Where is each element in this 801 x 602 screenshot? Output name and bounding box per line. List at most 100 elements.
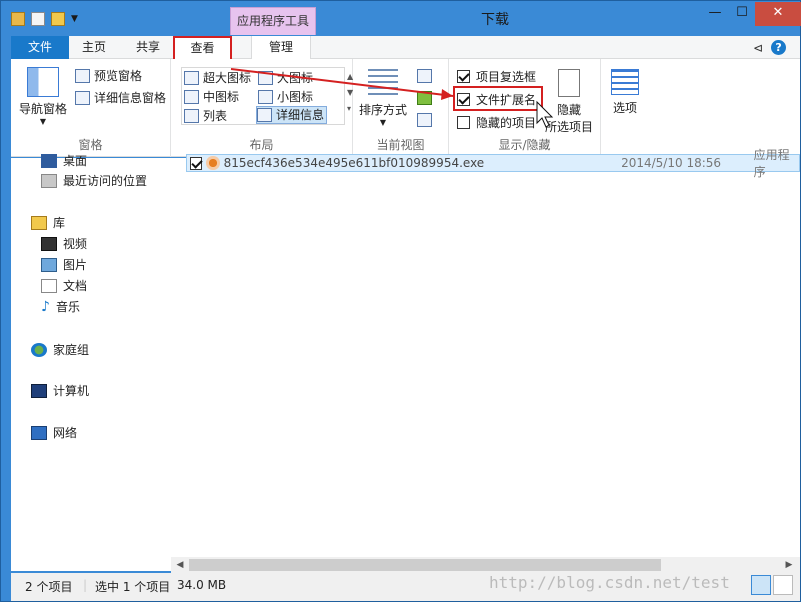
- nav-pictures[interactable]: 图片: [41, 256, 87, 273]
- chevron-down-icon[interactable]: ▼: [71, 14, 78, 24]
- hidden-items-label: 隐藏的项目: [476, 116, 537, 130]
- ribbon: 导航窗格 ▼ 预览窗格 详细信息窗格 窗格 超大图标 大图标 中图标 小图标 列…: [11, 59, 800, 157]
- hidden-items-toggle[interactable]: 隐藏的项目: [457, 114, 536, 131]
- panes-group: 导航窗格 ▼ 预览窗格 详细信息窗格 窗格: [11, 59, 171, 157]
- layout-large-icons[interactable]: 大图标: [258, 69, 313, 87]
- tab-share[interactable]: 共享: [127, 36, 169, 59]
- documents-icon: [41, 278, 57, 293]
- file-name: 815ecf436e534e495e611bf010989954.exe: [223, 156, 485, 170]
- item-count: 2 个项目: [25, 580, 73, 594]
- sort-icon: [368, 69, 398, 97]
- nav-network-label: 网络: [53, 426, 78, 440]
- nav-homegroup[interactable]: 家庭组: [31, 341, 89, 358]
- nav-documents[interactable]: 文档: [41, 277, 87, 294]
- layout-group-label: 布局: [249, 138, 274, 152]
- nav-network[interactable]: 网络: [31, 424, 77, 441]
- hide-selected-label-line2: 所选项目: [545, 120, 594, 134]
- status-divider: |: [83, 578, 88, 592]
- file-list-pane: 815ecf436e534e495e611bf010989954.exe 201…: [171, 148, 800, 571]
- layout-list[interactable]: 列表: [184, 107, 227, 125]
- tab-manage[interactable]: 管理: [251, 36, 311, 59]
- scroll-right-icon[interactable]: ▶: [782, 558, 796, 572]
- file-date: 2014/5/10 18:56: [621, 156, 722, 170]
- navigation-pane: 桌面 最近访问的位置 库 视频 图片 文档 ♪ 音乐 家庭组 计算机 网络: [11, 153, 171, 571]
- medium-icons-label: 中图标: [203, 90, 240, 104]
- small-icons-label: 小图标: [277, 90, 314, 104]
- options-button[interactable]: 选项: [611, 69, 639, 116]
- panes-group-label: 窗格: [78, 138, 103, 152]
- nav-library[interactable]: 库: [31, 214, 65, 231]
- ribbon-tab-row: 文件 主页 共享 查看 管理 ⊲ ?: [11, 36, 800, 62]
- options-group: 选项: [601, 59, 653, 157]
- layout-small-icons[interactable]: 小图标: [258, 88, 313, 106]
- layout-extra-large-icons[interactable]: 超大图标: [184, 69, 251, 87]
- item-checkboxes-toggle[interactable]: 项目复选框: [457, 68, 536, 85]
- selected-size: 34.0 MB: [177, 578, 227, 592]
- large-icons-view-icon[interactable]: [773, 575, 793, 595]
- layout-gallery: 超大图标 大图标 中图标 小图标 列表 详细信息: [181, 67, 345, 125]
- chevron-down-icon: ▼: [379, 118, 387, 127]
- large-icons-icon: [258, 71, 273, 85]
- item-checkboxes-label: 项目复选框: [476, 70, 537, 84]
- preview-pane-label: 预览窗格: [94, 69, 143, 83]
- tab-file[interactable]: 文件: [11, 36, 69, 59]
- sort-by-label: 排序方式: [359, 103, 408, 117]
- nav-recent-places[interactable]: 最近访问的位置: [41, 172, 147, 189]
- nav-documents-label: 文档: [63, 279, 88, 293]
- file-type: 应用程序: [753, 148, 790, 179]
- preview-pane-button[interactable]: 预览窗格: [75, 67, 142, 84]
- details-view-icon[interactable]: [751, 575, 771, 595]
- layout-group: 超大图标 大图标 中图标 小图标 列表 详细信息 ▲ ▼ ▾ 布局: [171, 59, 353, 157]
- hidden-items-checkbox[interactable]: [457, 116, 470, 129]
- sort-by-button[interactable]: 排序方式 ▼: [359, 69, 407, 127]
- scroll-thumb[interactable]: [189, 559, 661, 571]
- file-row[interactable]: 815ecf436e534e495e611bf010989954.exe 201…: [186, 148, 800, 179]
- tab-home[interactable]: 主页: [73, 36, 115, 59]
- videos-icon: [41, 236, 57, 251]
- nav-music[interactable]: ♪ 音乐: [41, 298, 80, 315]
- application-tools-tab-header: 应用程序工具: [230, 7, 316, 35]
- explorer-window: ▼ 应用程序工具 下载 — ☐ ✕ 文件 主页 共享 查看 管理 ⊲ ? 导航窗…: [0, 0, 801, 602]
- computer-icon: [31, 383, 47, 398]
- selected-count: 选中 1 个项目: [95, 580, 171, 594]
- size-columns-icon[interactable]: [417, 113, 432, 127]
- hide-selected-label-line1: 隐藏: [557, 103, 582, 117]
- group-by-icon[interactable]: [417, 69, 432, 83]
- nav-library-label: 库: [53, 216, 66, 230]
- scroll-left-icon[interactable]: ◀: [173, 558, 187, 572]
- watermark: http://blog.csdn.net/test: [489, 573, 730, 592]
- details-pane-label: 详细信息窗格: [94, 91, 167, 105]
- close-button[interactable]: ✕: [755, 2, 801, 26]
- medium-icons-icon: [184, 90, 199, 104]
- nav-desktop-label: 桌面: [63, 154, 88, 168]
- nav-computer[interactable]: 计算机: [31, 382, 89, 399]
- file-row-checkbox[interactable]: [190, 156, 203, 170]
- chevron-down-icon: ▼: [39, 117, 47, 126]
- details-pane-icon: [75, 90, 90, 105]
- new-folder-icon[interactable]: [51, 12, 65, 26]
- horizontal-scrollbar[interactable]: ◀ ▶: [171, 557, 800, 573]
- ribbon-collapse-icon[interactable]: ⊲: [753, 41, 763, 55]
- minimize-button[interactable]: —: [701, 2, 729, 26]
- maximize-button[interactable]: ☐: [729, 2, 755, 26]
- homegroup-icon: [31, 342, 47, 357]
- layout-medium-icons[interactable]: 中图标: [184, 88, 239, 106]
- small-icons-icon: [258, 90, 273, 104]
- options-icon: [611, 69, 639, 95]
- details-pane-button[interactable]: 详细信息窗格: [75, 89, 166, 106]
- nav-desktop[interactable]: 桌面: [41, 152, 87, 169]
- list-label: 列表: [203, 109, 228, 123]
- help-icon[interactable]: ?: [771, 40, 787, 55]
- folder-icon[interactable]: [11, 12, 25, 26]
- item-checkboxes-checkbox[interactable]: [457, 70, 470, 83]
- navigation-pane-label: 导航窗格: [19, 102, 68, 116]
- layout-details[interactable]: 详细信息: [256, 106, 328, 124]
- nav-pictures-label: 图片: [63, 258, 88, 272]
- add-columns-icon[interactable]: [417, 91, 432, 105]
- extra-large-icons-icon: [184, 71, 199, 85]
- navigation-pane-button[interactable]: 导航窗格 ▼: [19, 67, 67, 126]
- hide-selected-items-button[interactable]: 隐藏 所选项目: [545, 69, 593, 135]
- music-icon: ♪: [41, 298, 50, 315]
- nav-videos[interactable]: 视频: [41, 235, 87, 252]
- properties-icon[interactable]: [31, 12, 45, 26]
